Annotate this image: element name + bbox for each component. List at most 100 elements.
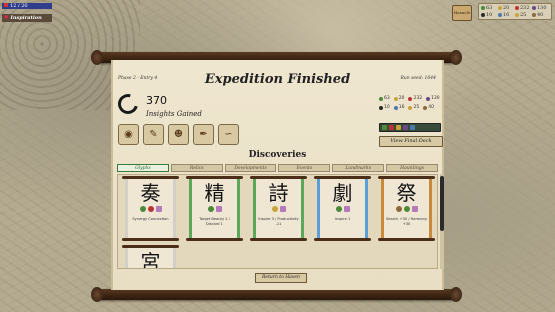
swirl-icon (155, 206, 162, 212)
resource-value: 63 (486, 5, 493, 12)
status-title: Inspiration (10, 15, 42, 21)
card-rod (250, 238, 307, 241)
card-description: Synergy Connection (132, 217, 169, 221)
view-final-deck-button[interactable]: View Final Deck (379, 136, 443, 147)
stat-icon (408, 105, 413, 110)
scrollbar[interactable] (440, 174, 444, 269)
scroll-icon[interactable]: ∽ (218, 124, 239, 145)
scrollbar-thumb[interactable] (440, 176, 444, 231)
element-icon (335, 206, 342, 212)
person-icon[interactable]: ☻ (168, 124, 189, 145)
resource-icon (515, 12, 519, 17)
card-icons (256, 206, 301, 212)
resource-item: 40 (532, 12, 549, 19)
card-rod (378, 238, 435, 241)
tool-row: ◉ ✎ ☻ ✒ ∽ (118, 124, 239, 145)
scroll-bottom-rod (91, 287, 462, 302)
element-icon (395, 206, 402, 212)
stat-icon (379, 105, 383, 110)
card-icons (384, 206, 429, 212)
insights-label: Insights Gained (146, 110, 202, 118)
card-description: Search +30 / Harmony +30 (386, 217, 427, 226)
stat-icon (393, 105, 398, 110)
card-icons (128, 206, 173, 212)
resource-item: 25 (515, 12, 532, 19)
stat-value: 130 (431, 96, 440, 101)
stat-value: 63 (384, 96, 390, 101)
card-glyph: 詩 (268, 181, 289, 205)
tab-events[interactable]: Events (278, 164, 331, 172)
expedition-panel: Phase 2 - Entry 4 Run seed: 1644 Expedit… (111, 60, 444, 290)
tab-relics[interactable]: Relics (170, 164, 223, 172)
resource-value: 10 (486, 11, 493, 18)
swirl-icon (343, 206, 350, 212)
building-button[interactable]: Hexacle (452, 5, 472, 21)
card-paper: 劇 Inspire 1 (317, 179, 368, 238)
card-glyph: 精 (204, 181, 225, 205)
tab-developments[interactable]: Developments (224, 164, 277, 172)
stat-item: 63 (379, 96, 390, 101)
resource-value: 20 (503, 5, 510, 12)
resource-item: 16 (498, 12, 515, 19)
stat-icon (379, 96, 383, 101)
insights-value: 370 (146, 94, 167, 107)
resource-icon (532, 6, 536, 11)
glyph-card[interactable]: 祭 Search +30 / Harmony +30 (378, 176, 435, 241)
stat-value: 25 (413, 105, 420, 110)
glyph-card[interactable]: 宮 (122, 245, 179, 269)
quill-icon[interactable]: ✒ (193, 124, 214, 145)
gem-icon (410, 125, 415, 130)
glyph-card[interactable]: 精 Target Beauty 2 / Discard 1 (186, 176, 243, 241)
element-icon (403, 206, 410, 212)
resource-icon (481, 12, 485, 17)
card-description: Target Beauty 2 / Discard 1 (199, 217, 230, 226)
gem-icon (382, 125, 387, 130)
stat-value: 16 (398, 105, 405, 110)
element-icon (139, 206, 146, 212)
stat-value: 20 (398, 96, 405, 101)
resource-panel: 63 20 232 130 10 16 25 40 (478, 3, 552, 20)
element-icon (207, 206, 214, 212)
stat-value: 10 (384, 105, 390, 110)
gem-icon (403, 125, 408, 130)
tab-glyphs[interactable]: Glyphs (117, 164, 169, 172)
stat-icon (426, 96, 431, 101)
stat-item: 40 (423, 105, 434, 110)
resource-icon (515, 6, 519, 11)
resource-icon (481, 6, 485, 11)
pouch-icon[interactable]: ◉ (118, 124, 139, 145)
tab-landmarks[interactable]: Landmarks (332, 164, 385, 172)
resource-value: 130 (537, 5, 547, 12)
card-icons (320, 206, 365, 212)
swirl-icon (279, 206, 286, 212)
brush-icon[interactable]: ✎ (143, 124, 164, 145)
card-glyph: 宮 (140, 250, 161, 269)
enso-icon (114, 90, 142, 118)
discovery-tabs: Glyphs Relics Developments Events Landma… (117, 164, 438, 172)
discoveries-heading: Discoveries (248, 150, 307, 160)
status-hud: ♥ Inspiration 12 / 20 (2, 2, 52, 22)
card-paper: 精 Target Beauty 2 / Discard 1 (189, 179, 240, 238)
resource-value: 232 (520, 5, 530, 12)
stat-item: 20 (393, 96, 405, 101)
return-to-haven-button[interactable]: Return to Haven (255, 273, 307, 283)
card-paper: 祭 Search +30 / Harmony +30 (381, 179, 432, 238)
heart-icon: ♥ (4, 15, 9, 21)
stat-icon (408, 96, 413, 101)
stats-summary: 63 20 232 130 10 16 25 40 (379, 96, 443, 114)
glyph-card[interactable]: 詩 Inspire 3 / Productivity -11 (250, 176, 307, 241)
card-glyph: 劇 (332, 181, 353, 205)
deck-icons (379, 123, 441, 132)
card-glyph: 祭 (396, 181, 417, 205)
card-glyph: 奏 (140, 181, 161, 205)
progress-text: 12 / 20 (10, 3, 28, 9)
element-icon (147, 206, 154, 212)
stat-value: 232 (413, 96, 423, 101)
card-rod (314, 238, 371, 241)
stat-value: 40 (428, 105, 434, 110)
card-grid: 奏 Synergy Connection 精 Target Beauty 2 / Di… (117, 174, 438, 269)
tab-hauntings[interactable]: Hauntings (386, 164, 438, 172)
glyph-card[interactable]: 劇 Inspire 1 (314, 176, 371, 241)
card-icons (192, 206, 237, 212)
glyph-card[interactable]: 奏 Synergy Connection (122, 176, 179, 241)
